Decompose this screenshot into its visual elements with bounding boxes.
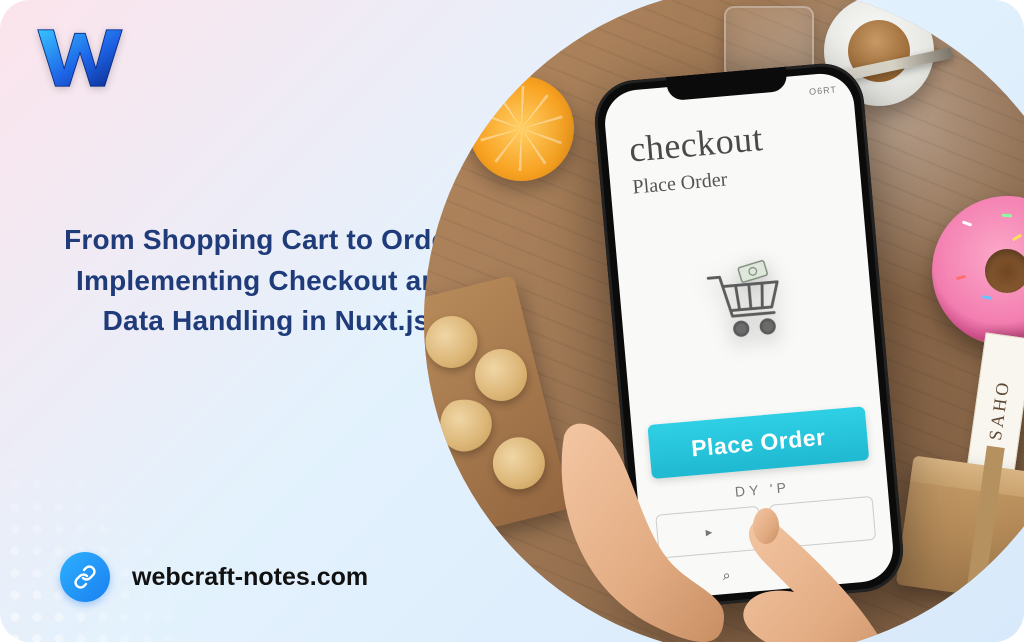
hero-illustration: SAHO O6RT checkout Place Order [424, 0, 1024, 642]
status-right-text: O6RT [809, 84, 838, 96]
brand-logo [36, 22, 124, 94]
gift-box [896, 455, 1024, 606]
nav-circle-icon: O [805, 560, 817, 577]
promo-banner: From Shopping Cart to Order: Implementin… [0, 0, 1024, 642]
headline-line-3: Data Handling in Nuxt.js [103, 305, 430, 336]
phone-screen: O6RT checkout Place Order [602, 71, 895, 601]
headline-line-2: Implementing Checkout and [76, 265, 456, 296]
source-url: webcraft-notes.com [132, 563, 368, 592]
play-glyph: ▸ [705, 524, 713, 541]
secondary-box-right[interactable] [769, 496, 876, 549]
orange-slice [469, 76, 574, 181]
plant [964, 0, 1024, 116]
headline-line-1: From Shopping Cart to Order: [64, 224, 468, 255]
nav-search-icon: ⌕ [722, 567, 731, 585]
secondary-box-left[interactable]: ▸ [655, 506, 762, 559]
source-link[interactable]: webcraft-notes.com [60, 552, 368, 602]
shopping-cart-icon [612, 180, 880, 423]
smartphone: O6RT checkout Place Order [591, 60, 906, 612]
place-order-label: Place Order [690, 423, 826, 462]
paper-label-text: SAHO [984, 378, 1013, 441]
link-icon [60, 552, 110, 602]
